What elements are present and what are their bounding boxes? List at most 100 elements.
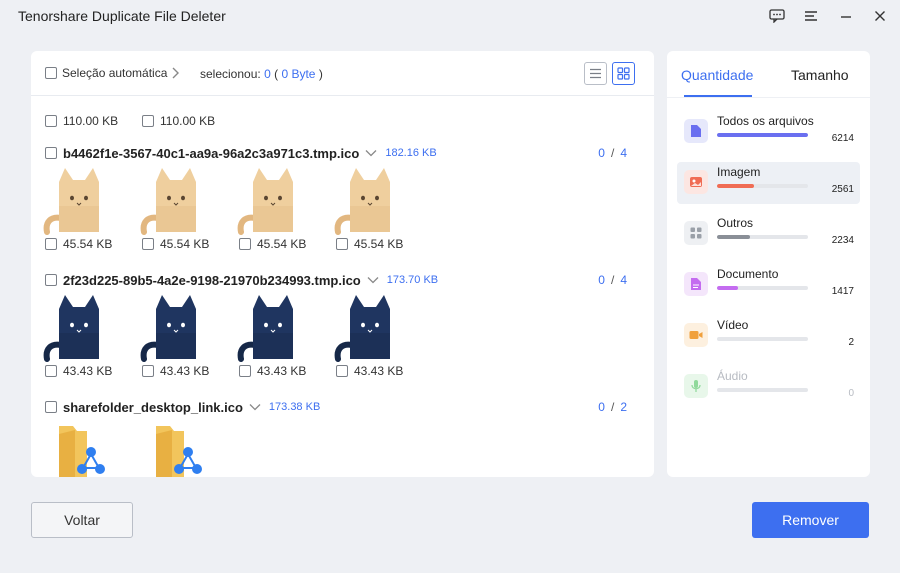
file-item[interactable]: 110.00 KB	[45, 114, 118, 128]
file-thumbnail[interactable]	[237, 293, 303, 363]
category-progress-bar	[717, 286, 808, 290]
file-item[interactable]: 43.43 KB	[336, 364, 403, 378]
group-checkbox[interactable]	[45, 401, 57, 413]
category-progress-fill	[717, 286, 738, 290]
group-checkbox[interactable]	[45, 274, 57, 286]
chevron-right-icon[interactable]	[171, 66, 179, 84]
category-label: Outros	[717, 216, 754, 230]
file-item[interactable]: 45.54 KB	[45, 237, 112, 251]
file-thumbnail[interactable]	[150, 422, 216, 477]
file-thumbnail[interactable]	[53, 422, 119, 477]
file-thumbnail[interactable]	[334, 166, 400, 236]
file-group-header: b4462f1e-3567-40c1-aa9a-96a2c3a971c3.tmp…	[45, 143, 641, 163]
cat-image-icon	[334, 168, 390, 235]
share-folder-icon	[156, 426, 202, 477]
group-checkbox[interactable]	[45, 147, 57, 159]
selected-label: selecionou:	[200, 67, 261, 81]
document-icon	[684, 272, 708, 296]
file-checkbox[interactable]	[239, 238, 251, 250]
group-size: 173.38 KB	[268, 401, 321, 413]
file-checkbox[interactable]	[142, 365, 154, 377]
auto-select-label: Seleção automática	[62, 66, 168, 80]
file-thumbnail[interactable]	[140, 166, 206, 236]
back-button[interactable]: Voltar	[31, 502, 133, 538]
chevron-down-icon[interactable]	[365, 149, 377, 157]
file-item[interactable]: 43.43 KB	[142, 364, 209, 378]
share-folder-icon	[59, 426, 105, 477]
minimize-icon[interactable]	[836, 7, 856, 25]
category-item[interactable]: Imagem 2561	[677, 162, 860, 204]
file-thumbnail[interactable]	[43, 166, 109, 236]
feedback-icon[interactable]	[767, 7, 787, 25]
file-size: 45.54 KB	[354, 237, 404, 251]
group-file-name: sharefolder_desktop_link.ico	[63, 399, 243, 415]
selection-toolbar: Seleção automática selecionou: 0 ( 0 Byt…	[31, 51, 654, 96]
file-thumbnail[interactable]	[43, 293, 109, 363]
cat-image-icon	[237, 168, 293, 235]
menu-icon[interactable]	[801, 7, 821, 25]
file-checkbox[interactable]	[45, 115, 57, 127]
file-size: 43.43 KB	[257, 364, 307, 378]
video-icon	[684, 323, 708, 347]
title-bar: Tenorshare Duplicate File Deleter	[0, 0, 900, 36]
file-groups-list: 110.00 KB 110.00 KB b4462f1e-3567-40c1-a…	[31, 97, 654, 477]
file-size: 43.43 KB	[354, 364, 404, 378]
cat-image-icon	[140, 295, 196, 362]
file-thumbnail[interactable]	[140, 293, 206, 363]
category-item[interactable]: Todos os arquivos 6214	[677, 111, 860, 153]
cat-image-icon	[237, 295, 293, 362]
file-item[interactable]: 43.43 KB	[239, 364, 306, 378]
category-label: Imagem	[717, 165, 761, 179]
category-progress-bar	[717, 184, 808, 188]
file-item[interactable]: 45.54 KB	[142, 237, 209, 251]
category-count: 1417	[831, 286, 854, 297]
open-paren: (	[274, 67, 279, 81]
file-checkbox[interactable]	[239, 365, 251, 377]
cat-image-icon	[334, 295, 390, 362]
close-paren: )	[318, 67, 323, 81]
category-progress-bar	[717, 388, 808, 392]
group-selection-count: 0/2	[598, 400, 627, 414]
grid-view-button[interactable]	[612, 62, 635, 85]
list-view-button[interactable]	[584, 62, 607, 85]
category-item[interactable]: Vídeo 2	[677, 315, 860, 357]
chevron-down-icon[interactable]	[367, 276, 379, 284]
file-item[interactable]: 110.00 KB	[142, 114, 215, 128]
file-checkbox[interactable]	[336, 238, 348, 250]
category-count: 6214	[831, 133, 854, 144]
grid-icon	[684, 221, 708, 245]
file-size: 110.00 KB	[160, 114, 216, 128]
category-count: 2234	[831, 235, 854, 246]
category-label: Todos os arquivos	[717, 114, 814, 128]
tab-tamanho[interactable]: Tamanho	[791, 67, 849, 83]
category-item[interactable]: Outros 2234	[677, 213, 860, 255]
selected-size: 0 Byte	[281, 67, 316, 81]
remove-button[interactable]: Remover	[752, 502, 869, 538]
file-item[interactable]: 43.43 KB	[45, 364, 112, 378]
close-icon[interactable]	[870, 7, 890, 25]
file-checkbox[interactable]	[142, 238, 154, 250]
tabs-divider	[667, 97, 870, 98]
file-size: 45.54 KB	[63, 237, 113, 251]
file-checkbox[interactable]	[142, 115, 154, 127]
category-item[interactable]: Áudio 0	[677, 366, 860, 408]
auto-select-option[interactable]: Seleção automática	[45, 66, 167, 80]
cat-image-icon	[140, 168, 196, 235]
file-size: 43.43 KB	[63, 364, 113, 378]
file-thumbnail[interactable]	[334, 293, 400, 363]
file-thumbnail[interactable]	[237, 166, 303, 236]
chevron-down-icon[interactable]	[249, 403, 261, 411]
auto-select-checkbox[interactable]	[45, 67, 57, 79]
category-progress-fill	[717, 184, 755, 188]
category-progress-bar	[717, 235, 808, 239]
file-size: 43.43 KB	[160, 364, 210, 378]
category-item[interactable]: Documento 1417	[677, 264, 860, 306]
tab-quantidade[interactable]: Quantidade	[681, 67, 753, 83]
file-checkbox[interactable]	[45, 365, 57, 377]
file-item[interactable]: 45.54 KB	[336, 237, 403, 251]
file-item[interactable]: 45.54 KB	[239, 237, 306, 251]
file-group-header: sharefolder_desktop_link.ico 173.38 KB 0…	[45, 397, 641, 417]
group-selection-count: 0/4	[598, 273, 627, 287]
file-checkbox[interactable]	[45, 238, 57, 250]
file-checkbox[interactable]	[336, 365, 348, 377]
